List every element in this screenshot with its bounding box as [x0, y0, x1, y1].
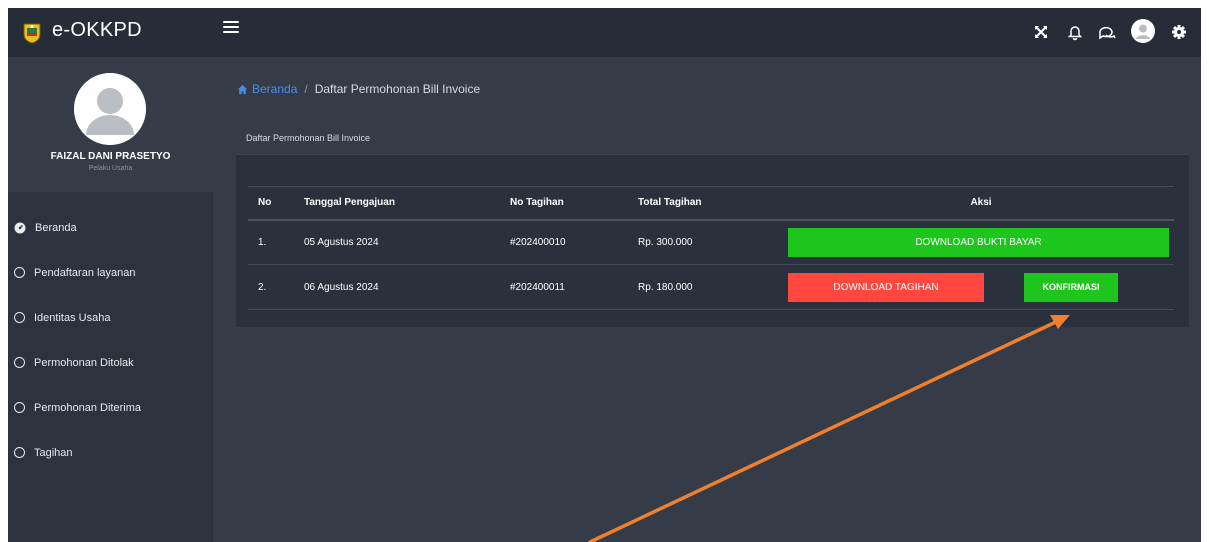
gear-icon[interactable] [1169, 22, 1189, 42]
user-role: Pelaku Usaha [88, 165, 133, 172]
download-proof-button[interactable]: DOWNLOAD BUKTI BAYAR [788, 227, 1169, 257]
sidebar-item-beranda[interactable]: Beranda [8, 205, 213, 250]
circle-icon [14, 402, 25, 413]
sidebar-item-tagihan[interactable]: Tagihan [8, 430, 213, 475]
home-icon [237, 84, 248, 94]
app-window: e-OKKPD FAIZAL DANI PRASETYO Pelaku Usah… [8, 8, 1201, 542]
circle-icon [14, 357, 25, 368]
card-title: Daftar Permohonan Bill Invoice [246, 133, 371, 143]
sidebar-item-label: Identitas Usaha [34, 311, 111, 324]
sidebar-item-permohonan-ditolak[interactable]: Permohonan Ditolak [8, 340, 213, 385]
cell-no: 2. [258, 281, 267, 293]
sidebar-item-identitas-usaha[interactable]: Identitas Usaha [8, 295, 213, 340]
sidebar-item-label: Tagihan [34, 446, 73, 459]
column-header-total: Total Tagihan [638, 186, 788, 221]
top-navbar: e-OKKPD [8, 8, 1201, 57]
download-invoice-button[interactable]: DOWNLOAD TAGIHAN [788, 272, 984, 302]
sidebar-item-permohonan-diterima[interactable]: Permohonan Diterima [8, 385, 213, 430]
circle-icon [14, 312, 25, 323]
breadcrumb: Beranda / Daftar Permohonan Bill Invoice [237, 82, 480, 96]
user-avatar-icon[interactable] [1131, 19, 1155, 43]
invoice-table: No Tanggal Pengajuan No Tagihan Total Ta… [248, 186, 1174, 310]
breadcrumb-home-link[interactable]: Beranda [252, 82, 297, 96]
circle-icon [14, 447, 25, 458]
cell-date: 05 Agustus 2024 [304, 236, 379, 248]
table-row: 2. 06 Agustus 2024 #202400011 Rp. 180.00… [248, 265, 1174, 310]
cell-date: 06 Agustus 2024 [304, 281, 379, 293]
confirm-button[interactable]: KONFIRMASI [1024, 272, 1118, 302]
avatar [74, 73, 146, 145]
cell-no: 1. [258, 236, 267, 248]
circle-icon [14, 267, 25, 278]
invoice-list-card: Daftar Permohonan Bill Invoice No Tangga… [236, 123, 1189, 327]
column-header-date: Tanggal Pengajuan [304, 186, 510, 221]
breadcrumb-separator: / [304, 82, 308, 96]
sidebar-item-label: Pendaftaran layanan [34, 266, 136, 279]
sidebar-item-pendaftaran-layanan[interactable]: Pendaftaran layanan [8, 250, 213, 295]
column-header-action: Aksi [788, 186, 1174, 221]
cell-total: Rp. 180.000 [638, 281, 693, 293]
card-header: Daftar Permohonan Bill Invoice [236, 123, 1189, 155]
table-header-row: No Tanggal Pengajuan No Tagihan Total Ta… [248, 186, 1174, 221]
sidebar-menu: Beranda Pendaftaran layanan Identitas Us… [8, 205, 213, 475]
sidebar-item-label: Beranda [35, 221, 77, 234]
profile-panel: FAIZAL DANI PRASETYO Pelaku Usaha [8, 57, 213, 192]
chat-icon[interactable] [1097, 22, 1117, 42]
cell-action: DOWNLOAD TAGIHAN KONFIRMASI [788, 265, 1174, 310]
cell-action: DOWNLOAD BUKTI BAYAR [788, 220, 1174, 265]
cell-total: Rp. 300.000 [638, 236, 693, 248]
sidebar: FAIZAL DANI PRASETYO Pelaku Usaha Berand… [8, 57, 213, 542]
cell-invoice: #202400010 [510, 236, 566, 248]
sidebar-item-label: Permohonan Ditolak [34, 356, 134, 369]
breadcrumb-current: Daftar Permohonan Bill Invoice [314, 82, 481, 96]
cell-invoice: #202400011 [510, 281, 565, 293]
sidebar-item-label: Permohonan Diterima [34, 401, 141, 414]
column-header-no: No [248, 186, 304, 221]
dashboard-icon [14, 222, 26, 233]
logo-icon [23, 23, 41, 44]
brand[interactable]: e-OKKPD [8, 8, 213, 57]
bell-icon[interactable] [1065, 22, 1085, 42]
user-name: FAIZAL DANI PRASETYO [50, 151, 171, 162]
table-row: 1. 05 Agustus 2024 #202400010 Rp. 300.00… [248, 220, 1174, 265]
fullscreen-icon[interactable] [1031, 22, 1051, 42]
app-name: e-OKKPD [52, 19, 142, 41]
menu-toggle-icon[interactable] [223, 21, 239, 35]
column-header-invoice: No Tagihan [510, 186, 638, 221]
